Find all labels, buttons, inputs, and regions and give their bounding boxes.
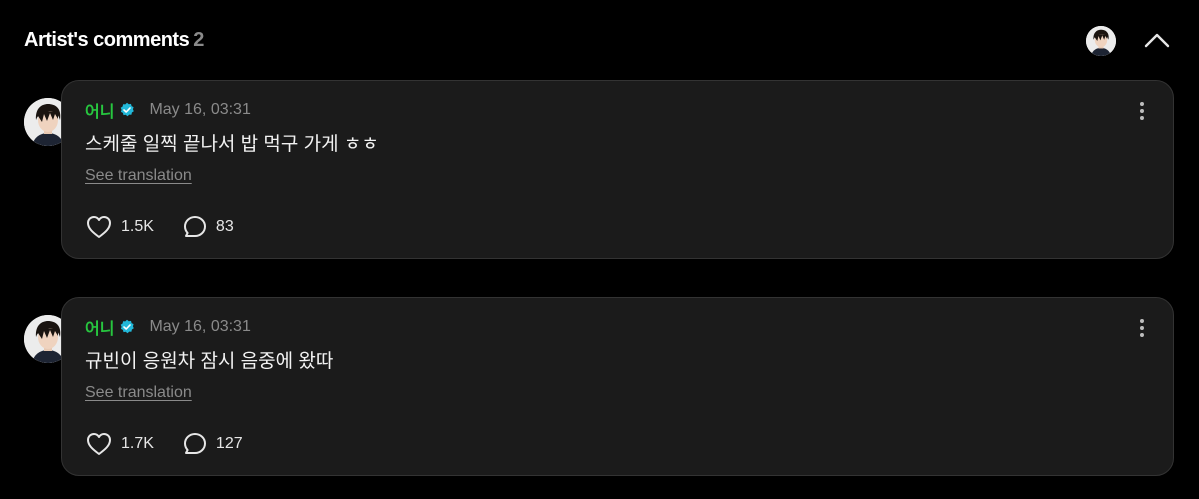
section-title-text: Artist's comments (24, 29, 190, 51)
comment-meta: 어니 May 16, 03:31 (85, 315, 251, 339)
verified-badge-icon (121, 102, 135, 117)
comment-author-name[interactable]: 어니 (85, 98, 114, 122)
like-count: 1.7K (121, 435, 154, 452)
comments-header: Artist's comments 2 (24, 26, 1175, 58)
like-button[interactable]: 1.7K (85, 431, 154, 457)
verified-badge-icon (121, 319, 135, 334)
more-options-button[interactable] (1131, 316, 1153, 340)
comment-author-name[interactable]: 어니 (85, 315, 114, 339)
comment-card: 어니 May 16, 03:31 규빈이 응원차 잠시 음중에 왔따 See t… (61, 297, 1174, 476)
comment-card: 어니 May 16, 03:31 스케줄 일찍 끝나서 밥 먹구 가게 ㅎㅎ S… (61, 80, 1174, 259)
reply-count: 127 (215, 435, 243, 452)
comment-actions: 1.5K 83 (85, 213, 234, 241)
kebab-menu-icon (1140, 319, 1144, 337)
reply-button[interactable]: 83 (182, 214, 234, 240)
comment-meta: 어니 May 16, 03:31 (85, 98, 251, 122)
see-translation-link[interactable]: See translation (85, 167, 192, 185)
kebab-menu-icon (1140, 102, 1144, 120)
speech-bubble-icon (183, 433, 206, 454)
reply-count: 83 (215, 218, 234, 235)
artist-avatar[interactable] (1086, 26, 1116, 56)
like-count: 1.5K (121, 218, 154, 235)
comment-timestamp: May 16, 03:31 (149, 318, 251, 335)
section-title: Artist's comments 2 (24, 29, 204, 52)
reply-button[interactable]: 127 (182, 431, 243, 457)
comment-text: 스케줄 일찍 끝나서 밥 먹구 가게 ㅎㅎ (85, 134, 379, 155)
avatar-image (1086, 26, 1116, 56)
speech-bubble-icon (183, 216, 206, 237)
more-options-button[interactable] (1131, 99, 1153, 123)
see-translation-link[interactable]: See translation (85, 384, 192, 402)
chevron-up-icon (1144, 33, 1170, 48)
comment-timestamp: May 16, 03:31 (149, 101, 251, 118)
heart-icon (87, 433, 111, 455)
comment-count: 2 (193, 29, 204, 51)
collapse-button[interactable] (1142, 28, 1172, 54)
comment-actions: 1.7K 127 (85, 430, 243, 458)
heart-icon (87, 216, 111, 238)
like-button[interactable]: 1.5K (85, 214, 154, 240)
comment-text: 규빈이 응원차 잠시 음중에 왔따 (85, 351, 334, 372)
